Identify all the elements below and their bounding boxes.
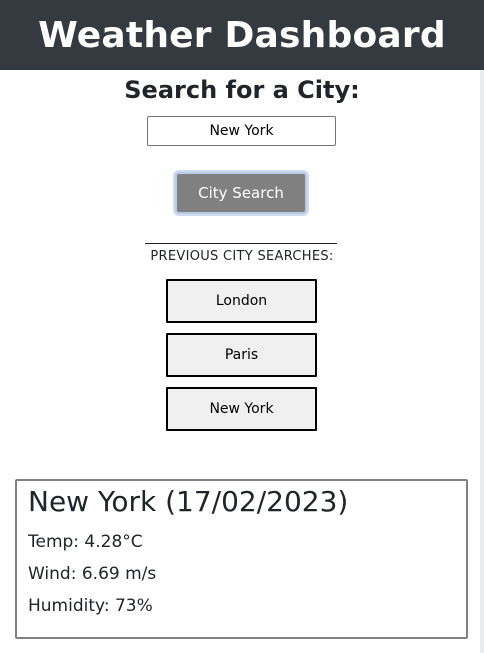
app-header: Weather Dashboard (0, 0, 484, 70)
history-button-paris[interactable]: Paris (166, 333, 317, 377)
humidity-value: Humidity: 73% (28, 596, 153, 616)
history-heading: PREVIOUS CITY SEARCHES: (150, 249, 334, 264)
search-heading: Search for a City: (124, 76, 360, 104)
history-button-london[interactable]: London (166, 279, 317, 323)
page-title: Weather Dashboard (38, 14, 446, 56)
current-city-title: New York (17/02/2023) (28, 485, 349, 518)
wind-value: Wind: 6.69 m/s (28, 564, 157, 584)
history-button-new-york[interactable]: New York (166, 387, 317, 431)
temperature-value: Temp: 4.28°C (28, 532, 143, 552)
weather-dashboard-page: Weather Dashboard Search for a City: Cit… (0, 0, 484, 653)
city-search-button[interactable]: City Search (175, 172, 307, 214)
city-search-input[interactable] (147, 116, 336, 146)
history-divider (145, 243, 337, 244)
page-scrollbar[interactable] (480, 70, 484, 653)
current-weather-card: New York (17/02/2023) Temp: 4.28°C Wind:… (15, 479, 468, 639)
